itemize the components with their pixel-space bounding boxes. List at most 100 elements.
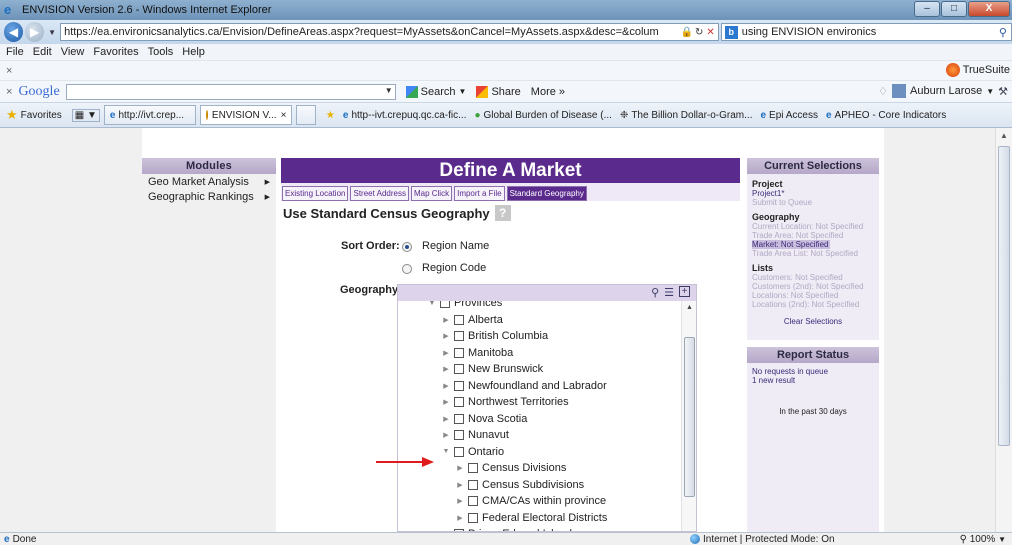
locations2-value[interactable]: Locations (2nd): Not Specified [752, 300, 874, 309]
tree-checkbox[interactable] [468, 496, 478, 506]
search-icon[interactable]: ⚲ [651, 286, 659, 299]
tree-row[interactable]: ▶ New Brunswick [442, 361, 543, 377]
collapsed-triangle-icon[interactable]: ▶ [442, 382, 450, 390]
truesuite-button[interactable]: TrueSuite [945, 63, 1010, 77]
collapsed-triangle-icon[interactable]: ▶ [442, 365, 450, 373]
google-more-button[interactable]: More » [531, 86, 565, 98]
report-new-result[interactable]: 1 new result [752, 376, 874, 385]
tab-close-icon[interactable]: × [281, 110, 287, 121]
collapsed-triangle-icon[interactable]: ▶ [442, 398, 450, 406]
tree-checkbox[interactable] [454, 446, 464, 457]
collapsed-triangle-icon[interactable]: ▶ [456, 497, 464, 505]
collapsed-triangle-icon[interactable]: ▶ [442, 332, 450, 340]
tree-checkbox[interactable] [440, 301, 450, 308]
module-geo-market-analysis[interactable]: Geo Market Analysis ▶ [142, 174, 276, 189]
favorite-link[interactable]: e APHEO - Core Indicators [826, 110, 946, 121]
tree-checkbox[interactable] [454, 347, 464, 358]
search-icon[interactable]: ⚲ [999, 26, 1007, 39]
stop-icon[interactable]: ✕ [706, 27, 714, 38]
tree-checkbox[interactable] [454, 314, 464, 325]
tab-import-file[interactable]: Import a File [454, 186, 505, 201]
sort-region-name-label[interactable]: Region Name [422, 240, 489, 252]
collapsed-triangle-icon[interactable]: ▶ [442, 349, 450, 357]
tree-checkbox[interactable] [454, 331, 464, 341]
tree-checkbox[interactable] [454, 380, 464, 391]
maximize-button[interactable]: □ [941, 1, 967, 17]
customers-value[interactable]: Customers: Not Specified [752, 273, 874, 282]
new-tab-button[interactable] [295, 105, 316, 125]
sort-region-code-label[interactable]: Region Code [422, 262, 486, 274]
tree-row[interactable]: ▶ Northwest Territories [442, 394, 568, 410]
trade-area-list-value[interactable]: Trade Area List: Not Specified [752, 249, 874, 258]
help-icon[interactable]: ? [494, 205, 511, 221]
tree-row[interactable]: ▶ British Columbia [442, 328, 548, 344]
menu-favorites[interactable]: Favorites [93, 46, 138, 58]
expand-all-icon[interactable]: + [679, 286, 690, 297]
add-favorite-icon[interactable]: ★ [326, 110, 335, 121]
scroll-up-icon[interactable]: ▲ [682, 301, 696, 315]
tab-standard-geography[interactable]: Standard Geography [506, 186, 587, 201]
clear-selections-link[interactable]: Clear Selections [752, 317, 874, 326]
tab-map-click[interactable]: Map Click [410, 186, 453, 201]
wrench-icon[interactable]: ⚒ [998, 85, 1008, 98]
tree-checkbox[interactable] [454, 364, 464, 374]
tree-row[interactable]: ▶ Manitoba [442, 345, 513, 361]
trade-area-value[interactable]: Trade Area: Not Specified [752, 231, 874, 240]
locations-value[interactable]: Locations: Not Specified [752, 291, 874, 300]
tree-row[interactable]: ▶ Nunavut [442, 427, 509, 443]
collapsed-triangle-icon[interactable]: ▶ [442, 316, 450, 324]
menu-view[interactable]: View [61, 46, 85, 58]
menu-edit[interactable]: Edit [33, 46, 52, 58]
collapsed-triangle-icon[interactable]: ▶ [456, 514, 464, 522]
tree-checkbox[interactable] [454, 413, 464, 424]
google-toolbar-close-icon[interactable]: × [6, 86, 12, 98]
tree-row[interactable]: ▶ CMA/CAs within province [456, 493, 606, 509]
current-location-value[interactable]: Current Location: Not Specified [752, 222, 874, 231]
tree-row[interactable]: ▶ Nova Scotia [442, 411, 527, 427]
module-geographic-rankings[interactable]: Geographic Rankings ▶ [142, 189, 276, 204]
favorites-button[interactable]: Favorites [21, 110, 62, 121]
scroll-up-icon[interactable]: ▲ [996, 128, 1012, 144]
expanded-triangle-icon[interactable]: ▼ [442, 448, 450, 455]
google-search-input[interactable]: ▼ [65, 83, 396, 100]
market-value[interactable]: Market: Not Specified [752, 240, 831, 249]
tree-row[interactable]: ▶ Alberta [442, 312, 503, 328]
tree-checkbox[interactable] [468, 512, 478, 523]
google-user-menu[interactable]: ♢ Auburn Larose ▼ ⚒ [878, 84, 1008, 98]
tree-scrollbar[interactable]: ▲ [681, 301, 696, 531]
tree-row[interactable]: ▶ Census Subdivisions [456, 477, 584, 493]
zoom-level[interactable]: ⚲ 100% ▼ [960, 534, 1006, 545]
browser-tab[interactable]: e http://ivt.crep... [103, 105, 196, 125]
history-dropdown-icon[interactable]: ▼ [48, 28, 56, 37]
collapsed-triangle-icon[interactable]: ▶ [442, 415, 450, 423]
toolbar-close-icon[interactable]: × [6, 65, 12, 77]
browser-tab-active[interactable]: ENVISION V... × [199, 105, 292, 125]
expanded-triangle-icon[interactable]: ▼ [428, 301, 436, 307]
tree-row[interactable]: ▶ Newfoundland and Labrador [442, 378, 607, 394]
security-zone[interactable]: Internet | Protected Mode: On [690, 534, 835, 545]
url-field[interactable]: https://ea.environicsanalytics.ca/Envisi… [60, 23, 719, 41]
favorite-link[interactable]: ● Global Burden of Disease (... [474, 110, 611, 121]
tab-street-address[interactable]: Street Address [350, 186, 409, 201]
bell-icon[interactable]: ♢ [878, 85, 888, 98]
tree-checkbox[interactable] [468, 463, 478, 473]
tree-row[interactable]: ▼ Provinces [428, 301, 502, 311]
sort-region-name-radio[interactable] [402, 242, 412, 252]
customers2-value[interactable]: Customers (2nd): Not Specified [752, 282, 874, 291]
lock-icon[interactable]: 🔒 [680, 27, 692, 38]
back-button[interactable]: ◀ [4, 22, 24, 42]
tree-checkbox[interactable] [468, 479, 478, 490]
favorite-link[interactable]: e Epi Access [760, 110, 817, 121]
favorite-link[interactable]: ❉ The Billion Dollar-o-Gram... [620, 110, 753, 121]
tree-row[interactable]: ▶ Census Divisions [456, 460, 566, 476]
google-search-button[interactable]: Search ▼ [405, 85, 466, 98]
collapsed-triangle-icon[interactable]: ▶ [442, 431, 450, 439]
minimize-button[interactable]: – [914, 1, 940, 17]
page-scroll-thumb[interactable] [998, 146, 1010, 446]
menu-file[interactable]: File [6, 46, 24, 58]
project-link[interactable]: Project1* [752, 189, 874, 198]
menu-tools[interactable]: Tools [148, 46, 174, 58]
tree-row[interactable]: ▼ Ontario [442, 444, 505, 460]
sort-region-code-radio[interactable] [402, 264, 412, 274]
list-icon[interactable]: ☰ [664, 286, 674, 299]
